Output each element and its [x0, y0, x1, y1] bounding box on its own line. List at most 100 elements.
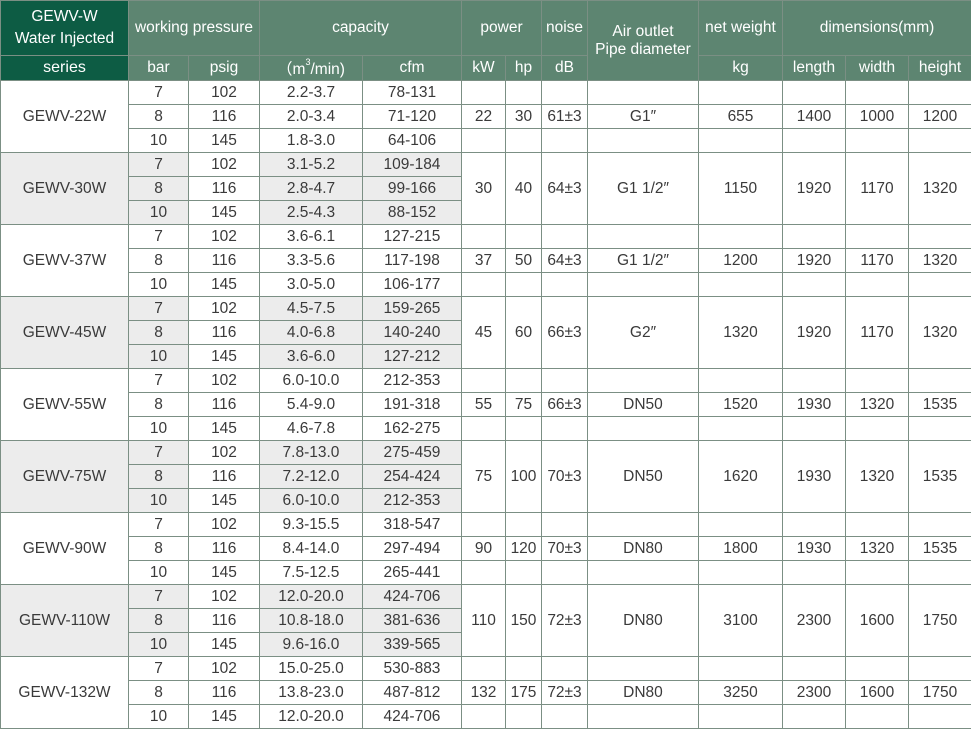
- length-empty-cell: [782, 368, 846, 393]
- bar-cell: 10: [128, 632, 189, 657]
- series-subheader: series: [0, 55, 129, 81]
- noise-cell: 61±3: [541, 104, 588, 129]
- height-cell: 1535: [907, 392, 971, 417]
- length-empty-cell: [782, 272, 846, 297]
- psig-cell: 116: [188, 320, 260, 345]
- capacity-cfm-cell: 140-240: [362, 320, 462, 345]
- table-row: GEWV-22W 7 102 2.2-3.7 78-131: [0, 80, 971, 153]
- length-empty-cell: [782, 656, 846, 681]
- net-weight-header: net weight: [698, 0, 783, 56]
- bar-cell: 10: [128, 344, 189, 369]
- kw-cell: 132: [461, 680, 506, 705]
- capacity-m3-cell: 4.6-7.8: [259, 416, 363, 441]
- psig-cell: 145: [188, 704, 260, 729]
- air-outlet-header-line1: Air outlet: [612, 22, 674, 40]
- noise-empty-cell: [541, 80, 588, 105]
- psig-cell: 116: [188, 248, 260, 273]
- dimensions-header: dimensions(mm): [781, 0, 971, 56]
- capacity-m3-cell: 4.5-7.5: [259, 296, 363, 321]
- kg-subheader: kg: [698, 55, 783, 81]
- psig-cell: 116: [188, 680, 260, 705]
- noise-cell: 70±3: [541, 440, 588, 513]
- weight-empty-cell: [698, 80, 783, 105]
- noise-empty-cell: [541, 272, 588, 297]
- capacity-m3-cell: 1.8-3.0: [259, 128, 363, 153]
- height-empty-cell: [907, 656, 971, 681]
- height-cell: 1535: [907, 536, 971, 561]
- psig-cell: 145: [188, 488, 260, 513]
- outlet-empty-cell: [587, 80, 699, 105]
- bar-cell: 10: [128, 416, 189, 441]
- hp-cell: 120: [505, 536, 542, 561]
- outlet-cell: DN80: [587, 680, 699, 705]
- capacity-cfm-cell: 191-318: [362, 392, 462, 417]
- capacity-m3-cell: 10.8-18.0: [259, 608, 363, 633]
- height-cell: 1750: [907, 584, 971, 657]
- height-empty-cell: [907, 368, 971, 393]
- height-cell: 1320: [907, 248, 971, 273]
- length-empty-cell: [782, 416, 846, 441]
- capacity-m3-cell: 3.1-5.2: [259, 152, 363, 177]
- hp-empty-cell: [505, 416, 542, 441]
- table-row: 10 145 3.0-5.0 106-177: [1, 272, 971, 297]
- series-cell: GEWV-110W: [0, 584, 129, 657]
- psig-cell: 102: [188, 656, 260, 681]
- weight-cell: 1620: [698, 440, 783, 513]
- bar-cell: 8: [128, 608, 189, 633]
- noise-empty-cell: [541, 368, 588, 393]
- bar-cell: 7: [128, 656, 189, 681]
- capacity-m3-cell: 2.0-3.4: [259, 104, 363, 129]
- capacity-cfm-cell: 212-353: [362, 368, 462, 393]
- length-cell: 1400: [782, 104, 846, 129]
- psig-cell: 102: [188, 152, 260, 177]
- weight-cell: 1800: [698, 536, 783, 561]
- table-row: 8 116 8.4-14.0 297-494 90 120 70±3 DN80 1800 1930…: [1, 536, 971, 561]
- psig-cell: 116: [188, 392, 260, 417]
- capacity-cfm-cell: 424-706: [362, 704, 462, 729]
- length-cell: 1930: [782, 536, 846, 561]
- bar-cell: 7: [128, 512, 189, 537]
- outlet-empty-cell: [587, 128, 699, 153]
- capacity-m3-cell: 3.6-6.0: [259, 344, 363, 369]
- db-subheader: dB: [541, 55, 588, 81]
- noise-cell: 66±3: [541, 296, 588, 369]
- bar-cell: 8: [128, 464, 189, 489]
- width-empty-cell: [845, 128, 909, 153]
- capacity-cfm-cell: 159-265: [362, 296, 462, 321]
- height-subheader: height: [907, 55, 971, 81]
- series-cell: GEWV-22W: [0, 80, 129, 153]
- table-row: GEWV-90W 7 102 9.3-15.5 318-547: [0, 512, 971, 585]
- capacity-cfm-cell: 78-131: [362, 80, 462, 105]
- noise-cell: 66±3: [541, 392, 588, 417]
- table-row: 10 145 7.5-12.5 265-441: [1, 560, 971, 585]
- hp-empty-cell: [505, 560, 542, 585]
- outlet-empty-cell: [587, 416, 699, 441]
- series-cell: GEWV-132W: [0, 656, 129, 729]
- width-empty-cell: [845, 512, 909, 537]
- series-cell: GEWV-90W: [0, 512, 129, 585]
- psig-cell: 116: [188, 608, 260, 633]
- psig-cell: 102: [188, 368, 260, 393]
- width-empty-cell: [845, 560, 909, 585]
- kw-cell: 75: [461, 440, 506, 513]
- hp-cell: 75: [505, 392, 542, 417]
- capacity-m3-cell: 3.0-5.0: [259, 272, 363, 297]
- length-cell: 2300: [782, 680, 846, 705]
- table-row: GEWV-55W 7 102 6.0-10.0 212-353: [0, 368, 971, 441]
- hp-empty-cell: [505, 704, 542, 729]
- capacity-m3-cell: 3.3-5.6: [259, 248, 363, 273]
- bar-cell: 8: [128, 680, 189, 705]
- height-empty-cell: [907, 560, 971, 585]
- height-cell: 1320: [907, 152, 971, 225]
- air-outlet-header-line2: Pipe diameter: [595, 40, 691, 58]
- outlet-cell: G1″: [587, 104, 699, 129]
- width-cell: 1170: [845, 248, 909, 273]
- kw-empty-cell: [461, 704, 506, 729]
- length-cell: 1920: [782, 152, 846, 225]
- outlet-cell: DN50: [587, 440, 699, 513]
- capacity-unit-close: /min): [310, 61, 345, 78]
- capacity-m3-cell: 9.6-16.0: [259, 632, 363, 657]
- capacity-m3-cell: 2.5-4.3: [259, 200, 363, 225]
- series-cell: GEWV-55W: [0, 368, 129, 441]
- weight-cell: 1150: [698, 152, 783, 225]
